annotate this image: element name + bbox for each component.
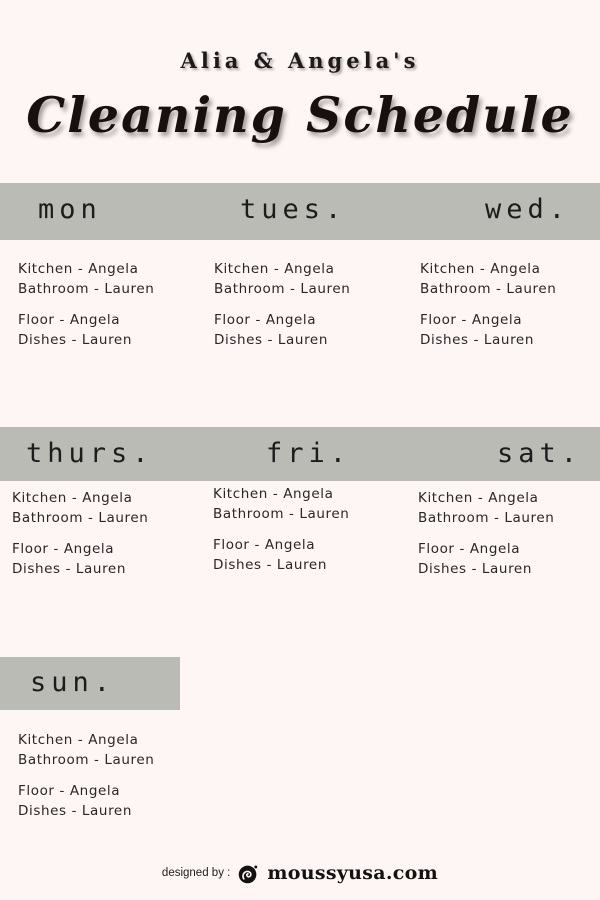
footer-attribution: designed by : moussyusa.com bbox=[0, 856, 600, 890]
task-item: Dishes - Lauren bbox=[418, 561, 532, 577]
task-item: Bathroom - Lauren bbox=[213, 506, 350, 522]
day-header-sat: sat. bbox=[497, 438, 583, 469]
day-header-sun: sun. bbox=[30, 667, 116, 698]
brand-name: moussyusa.com bbox=[267, 862, 439, 884]
task-group-gap bbox=[18, 770, 154, 781]
task-list-wed: Kitchen - Angela Bathroom - Lauren Floor… bbox=[420, 259, 556, 350]
task-item: Bathroom - Lauren bbox=[418, 510, 555, 526]
task-group-gap bbox=[214, 299, 350, 310]
task-group-gap bbox=[12, 528, 148, 539]
task-item: Dishes - Lauren bbox=[213, 557, 327, 573]
task-item: Dishes - Lauren bbox=[18, 332, 132, 348]
task-item: Kitchen - Angela bbox=[18, 732, 139, 748]
task-item: Floor - Angela bbox=[18, 783, 121, 799]
task-group-gap bbox=[420, 299, 556, 310]
cleaning-schedule-page: Alia & Angela's Cleaning Schedule mon tu… bbox=[0, 0, 600, 900]
day-header-wed: wed. bbox=[485, 194, 571, 225]
task-item: Dishes - Lauren bbox=[420, 332, 534, 348]
task-item: Kitchen - Angela bbox=[12, 490, 133, 506]
task-list-sat: Kitchen - Angela Bathroom - Lauren Floor… bbox=[418, 488, 554, 579]
task-item: Floor - Angela bbox=[418, 541, 521, 557]
task-item: Kitchen - Angela bbox=[214, 261, 335, 277]
page-header: Alia & Angela's Cleaning Schedule bbox=[0, 0, 600, 183]
day-header-mon: mon bbox=[38, 194, 102, 225]
task-item: Kitchen - Angela bbox=[213, 486, 334, 502]
task-item: Floor - Angela bbox=[214, 312, 317, 328]
day-header-tues: tues. bbox=[240, 194, 347, 225]
task-group-gap bbox=[418, 528, 554, 539]
task-item: Dishes - Lauren bbox=[214, 332, 328, 348]
task-item: Bathroom - Lauren bbox=[420, 281, 557, 297]
task-item: Floor - Angela bbox=[18, 312, 121, 328]
task-list-tues: Kitchen - Angela Bathroom - Lauren Floor… bbox=[214, 259, 350, 350]
task-item: Floor - Angela bbox=[420, 312, 523, 328]
designed-by-label: designed by : bbox=[161, 867, 231, 879]
day-header-fri: fri. bbox=[266, 438, 352, 469]
task-list-thurs: Kitchen - Angela Bathroom - Lauren Floor… bbox=[12, 488, 148, 579]
task-item: Kitchen - Angela bbox=[420, 261, 541, 277]
moussy-circle-swirl-logo-icon bbox=[237, 862, 260, 885]
task-item: Bathroom - Lauren bbox=[12, 510, 149, 526]
task-group-gap bbox=[18, 299, 154, 310]
day-header-thurs: thurs. bbox=[26, 438, 154, 469]
task-list-sun: Kitchen - Angela Bathroom - Lauren Floor… bbox=[18, 730, 154, 821]
task-list-fri: Kitchen - Angela Bathroom - Lauren Floor… bbox=[213, 484, 349, 575]
page-title: Cleaning Schedule bbox=[26, 86, 574, 144]
task-item: Bathroom - Lauren bbox=[18, 752, 155, 768]
task-list-mon: Kitchen - Angela Bathroom - Lauren Floor… bbox=[18, 259, 154, 350]
task-item: Floor - Angela bbox=[213, 537, 316, 553]
task-item: Dishes - Lauren bbox=[18, 803, 132, 819]
task-item: Kitchen - Angela bbox=[418, 490, 539, 506]
task-item: Bathroom - Lauren bbox=[214, 281, 351, 297]
task-item: Dishes - Lauren bbox=[12, 561, 126, 577]
task-item: Floor - Angela bbox=[12, 541, 115, 557]
header-subtitle: Alia & Angela's bbox=[180, 48, 420, 73]
task-group-gap bbox=[213, 524, 349, 535]
task-item: Bathroom - Lauren bbox=[18, 281, 155, 297]
task-item: Kitchen - Angela bbox=[18, 261, 139, 277]
